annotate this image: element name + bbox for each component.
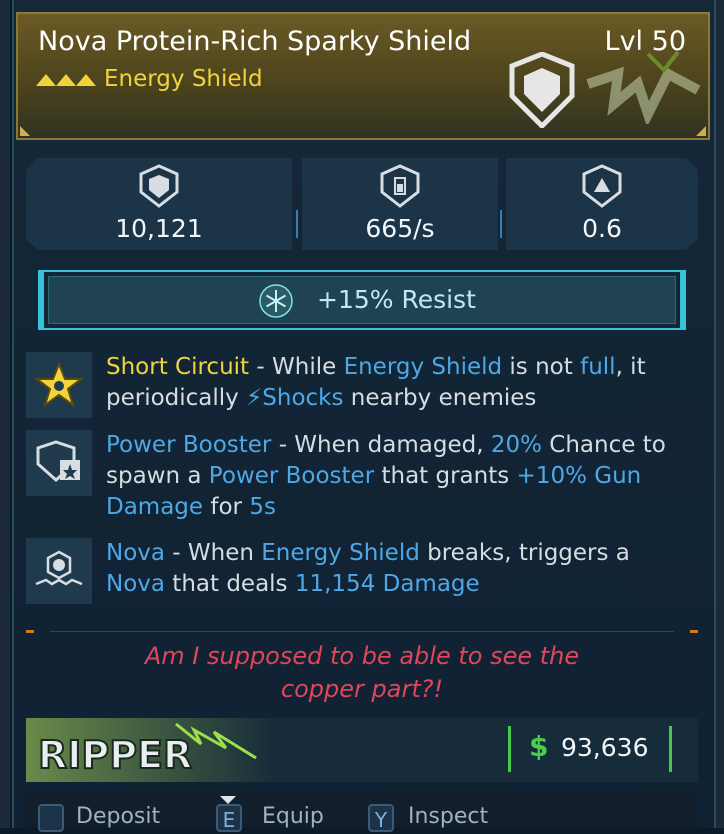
- resist-text: +15% Resist: [317, 285, 476, 314]
- perk-text: that deals: [164, 571, 295, 597]
- perk-keyword: full: [580, 354, 616, 380]
- price-box: $ 93,636: [508, 726, 672, 772]
- recharge-delay-icon: [580, 164, 624, 208]
- perk-text: that grants: [374, 463, 517, 489]
- perk-text: nearby enemies: [343, 385, 537, 411]
- short-circuit-star-icon: [26, 352, 92, 418]
- manufacturer-name: RIPPER: [38, 733, 192, 777]
- perk-text: for: [203, 494, 250, 520]
- action-bar: Deposit E Equip Y Inspect: [26, 792, 698, 832]
- divider-tick: [26, 630, 34, 633]
- divider-line: [50, 631, 674, 632]
- item-header: Nova Protein-Rich Sparky Shield Lvl 50 E…: [16, 12, 710, 140]
- background-strip-left: [0, 0, 10, 828]
- perk-keyword: Energy Shield: [343, 354, 503, 380]
- recharge-rate-icon: [380, 164, 420, 208]
- perk-text: - When damaged,: [271, 432, 491, 458]
- item-title: Nova Protein-Rich Sparky Shield: [38, 26, 472, 57]
- shield-type-icon: [509, 52, 575, 128]
- power-booster-icon: [26, 430, 92, 496]
- currency-icon: $: [529, 730, 549, 763]
- perk-name: Power Booster: [106, 432, 272, 458]
- equip-action[interactable]: Equip: [262, 804, 324, 829]
- perk-description: Nova - When Energy Shield breaks, trigge…: [106, 538, 696, 600]
- stat-value: 0.6: [582, 214, 622, 243]
- stat-separator: [296, 210, 298, 238]
- perk-text: breaks, triggers a: [419, 540, 630, 566]
- stats-row: 10,121 665/s 0.6: [26, 158, 698, 250]
- perk-text: is not: [502, 354, 581, 380]
- perk-keyword: 11,154 Damage: [294, 571, 480, 597]
- perk-keyword: Energy Shield: [261, 540, 420, 566]
- manufacturer-graffiti-icon: [586, 50, 701, 124]
- flavor-line: copper part?!: [280, 675, 444, 703]
- perk-name: Short Circuit: [106, 354, 250, 380]
- perk-keyword: Shocks: [262, 385, 344, 411]
- stat-recharge-rate: 665/s: [302, 158, 498, 250]
- background-strip-right: [716, 0, 724, 828]
- perk-keyword: Power Booster: [208, 463, 375, 489]
- header-corner: [20, 126, 30, 136]
- divider-tick: [690, 630, 698, 633]
- selection-caret-icon: [220, 796, 236, 804]
- stat-value: 665/s: [365, 214, 435, 243]
- perk-text: - When: [164, 540, 262, 566]
- manufacturer-logo: RIPPER: [26, 718, 276, 782]
- rarity-chevrons-icon: [36, 74, 96, 86]
- deposit-action[interactable]: Deposit: [76, 804, 160, 829]
- stat-separator: [500, 210, 502, 238]
- stat-value: 10,121: [115, 214, 203, 243]
- item-price: 93,636: [561, 733, 649, 762]
- stat-recharge-delay: 0.6: [506, 158, 698, 250]
- stat-capacity: 10,121: [26, 158, 292, 250]
- perk-name: Nova: [106, 540, 165, 566]
- header-corner: [696, 126, 706, 136]
- perk-keyword: Nova: [106, 571, 165, 597]
- perk-keyword: 20%: [490, 432, 542, 458]
- item-subtype: Energy Shield: [104, 66, 263, 92]
- nova-burst-icon: [26, 538, 92, 604]
- flavor-line: Am I supposed to be able to see the: [144, 642, 580, 670]
- shield-capacity-icon: [139, 164, 179, 208]
- cryo-snowflake-icon: [259, 284, 293, 318]
- perk-description: Power Booster - When damaged, 20% Chance…: [106, 430, 696, 523]
- flavor-text: Am I supposed to be able to see the copp…: [26, 640, 698, 706]
- item-footer: RIPPER $ 93,636: [26, 718, 698, 782]
- inspect-action[interactable]: Inspect: [408, 804, 488, 829]
- perk-text: - While: [249, 354, 344, 380]
- flavor-divider: [26, 630, 698, 634]
- lightning-bolt-icon: ⚡: [246, 385, 263, 411]
- perk-description: Short Circuit - While Energy Shield is n…: [106, 352, 696, 414]
- resist-banner: +15% Resist: [48, 276, 676, 324]
- perk-keyword: 5s: [249, 494, 276, 520]
